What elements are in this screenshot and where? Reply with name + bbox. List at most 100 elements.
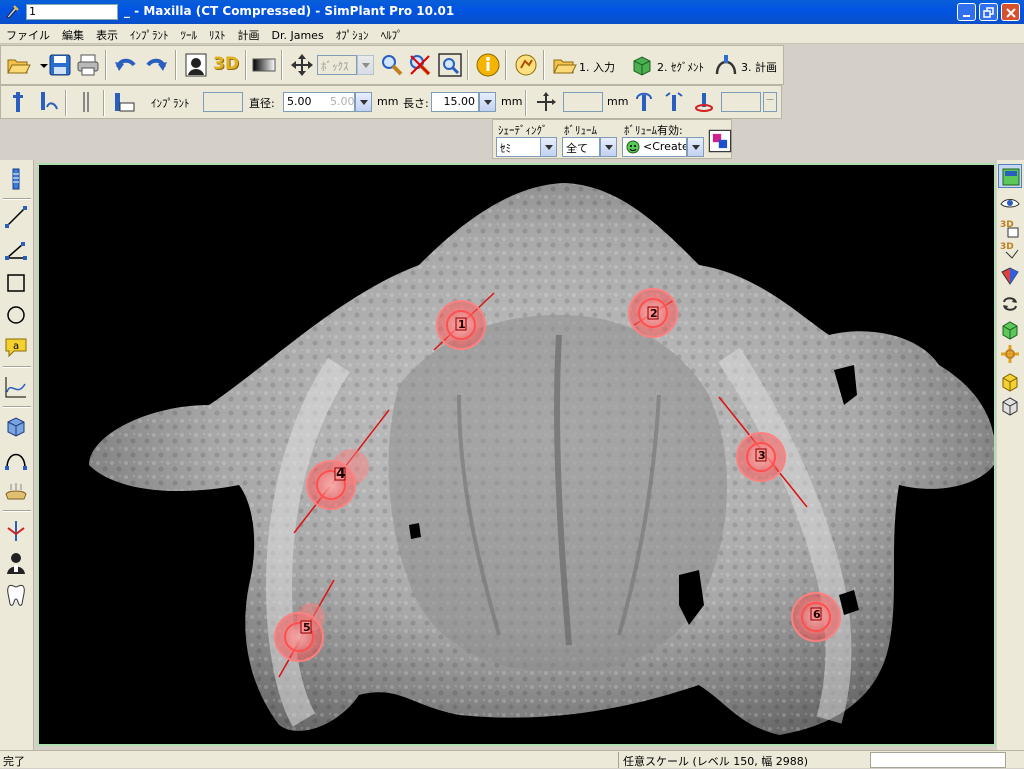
step-input-button[interactable] [551, 52, 577, 78]
offset-button[interactable] [533, 89, 559, 115]
angle-field[interactable] [721, 92, 761, 112]
open-dropdown-button[interactable] [31, 52, 48, 78]
implant-abutment-button[interactable] [33, 89, 59, 115]
angle-tool[interactable] [3, 238, 29, 264]
rectangle-icon [7, 274, 25, 292]
menu-list[interactable]: ﾘｽﾄ [203, 24, 232, 44]
implant-marker[interactable]: 6 [791, 592, 841, 642]
shading-dropdown-arrow[interactable] [540, 137, 557, 157]
zoom-in-button[interactable] [379, 52, 405, 78]
save-button[interactable] [47, 52, 73, 78]
volume-label: ﾎﾞﾘｭｰﾑ [564, 124, 597, 137]
step-plan-label[interactable]: 3. 計画 [741, 59, 777, 75]
zoom-fit-button[interactable] [437, 52, 463, 78]
graft-icon [5, 483, 27, 500]
clip-volume-button[interactable] [998, 318, 1022, 342]
patient-photo-button[interactable] [183, 52, 209, 78]
open-button[interactable] [5, 52, 31, 78]
3d-viewport[interactable]: 1 2 3 4 5 6 [37, 163, 996, 746]
offset-field[interactable] [563, 92, 603, 112]
view-mode-dropdown-arrow[interactable] [357, 55, 374, 75]
annotation-tool[interactable]: a [3, 334, 29, 360]
3d-settings-button[interactable]: 3D [998, 216, 1022, 240]
step-input-label[interactable]: 1. 入力 [579, 59, 615, 75]
rotate-left-button[interactable] [631, 89, 657, 115]
menu-plan[interactable]: 計画 [232, 24, 266, 44]
menu-view[interactable]: 表示 [90, 24, 124, 44]
menu-edit[interactable]: 編集 [56, 24, 90, 44]
color-palette-icon [708, 129, 732, 153]
implant-name-field[interactable] [203, 92, 243, 112]
diameter-dropdown-arrow[interactable] [355, 92, 372, 112]
close-button[interactable] [1001, 3, 1020, 21]
status-scale: 任意スケール (レベル 150, 幅 2988) [618, 752, 866, 768]
grayscale-button[interactable] [251, 52, 277, 78]
3d-render-button[interactable]: 3D [998, 238, 1022, 262]
spin-implant-button[interactable] [691, 89, 717, 115]
ellipse-tool[interactable] [3, 302, 29, 328]
rotate-view-button[interactable] [998, 292, 1022, 316]
implant-database-button[interactable] [111, 89, 137, 115]
menu-implant[interactable]: ｲﾝﾌﾟﾗﾝﾄ [124, 24, 175, 44]
bone-graft-tool[interactable] [3, 478, 29, 504]
implant-list-button[interactable] [73, 89, 99, 115]
redo-button[interactable] [143, 52, 169, 78]
zoom-reset-button[interactable] [407, 52, 433, 78]
menu-help[interactable]: ﾍﾙﾌﾟ [375, 24, 409, 44]
menu-options[interactable]: ｵﾌﾟｼｮﾝ [330, 24, 375, 44]
simplant-app-icon[interactable] [4, 4, 20, 20]
volume-select[interactable]: 全て [562, 137, 600, 157]
maxilla-3d-render[interactable]: 1 2 3 4 5 6 [39, 165, 994, 744]
3d-view-button[interactable]: 3D [213, 54, 243, 80]
surgeon-tool[interactable] [3, 550, 29, 576]
restore-button[interactable] [979, 3, 998, 21]
volume-color-button[interactable] [707, 128, 732, 153]
curve-tool[interactable] [3, 374, 29, 400]
volume-tool[interactable] [3, 414, 29, 440]
step-plan-button[interactable] [713, 52, 739, 78]
volume-enabled-select[interactable]: <Create [622, 137, 687, 157]
implant-placement-tool[interactable] [3, 166, 29, 192]
wireframe-view-button[interactable] [998, 394, 1022, 418]
step-segment-button[interactable] [629, 52, 655, 78]
diameter-field[interactable]: 5.00 5.00 [283, 92, 355, 112]
info-button[interactable] [475, 52, 501, 78]
line-tool[interactable] [3, 204, 29, 230]
menu-file[interactable]: ファイル [0, 24, 56, 44]
length-field[interactable]: 15.00 [431, 92, 479, 112]
minimize-button[interactable] [957, 3, 976, 21]
move-volume-button[interactable] [998, 342, 1022, 366]
step-segment-label[interactable]: 2. ｾｸﾞﾒﾝﾄ [657, 59, 704, 75]
print-button[interactable] [75, 52, 101, 78]
angle-minus-button[interactable]: − [763, 92, 777, 112]
undo-button[interactable] [113, 52, 139, 78]
length-dropdown-arrow[interactable] [479, 92, 496, 112]
color-map-button[interactable] [998, 264, 1022, 288]
volume-enabled-dropdown-arrow[interactable] [687, 137, 704, 157]
rectangle-tool[interactable] [3, 270, 29, 296]
nerve-tool[interactable] [3, 446, 29, 472]
rotate-right-button[interactable] [661, 89, 687, 115]
implant-screw-icon [13, 92, 23, 112]
shading-select[interactable]: ｾﾐ [496, 137, 542, 157]
solid-view-button[interactable] [998, 370, 1022, 394]
view-layout-button[interactable] [998, 164, 1022, 188]
shading-value: ｾﾐ [500, 142, 511, 155]
offset-unit: mm [607, 95, 629, 108]
segment-cube-icon [633, 56, 651, 76]
move-cross-icon [1001, 345, 1019, 363]
implant-tool-button[interactable] [5, 89, 31, 115]
cube-icon [7, 417, 25, 437]
menu-dr-james[interactable]: Dr. James [266, 26, 330, 46]
svg-text:3D: 3D [1000, 242, 1014, 252]
menu-tools[interactable]: ﾂｰﾙ [175, 24, 204, 44]
view-mode-select[interactable]: ﾎﾞｯｸｽ [317, 55, 357, 75]
tooth-tool[interactable] [3, 582, 29, 608]
volume-dropdown-arrow[interactable] [600, 137, 617, 157]
wizard-button[interactable] [513, 52, 539, 78]
implant-marker[interactable]: 2 [628, 288, 678, 338]
pan-button[interactable] [289, 52, 315, 78]
segmentation-tool[interactable] [3, 518, 29, 544]
tilt-implant-icon [665, 92, 683, 111]
visibility-button[interactable] [998, 192, 1022, 216]
